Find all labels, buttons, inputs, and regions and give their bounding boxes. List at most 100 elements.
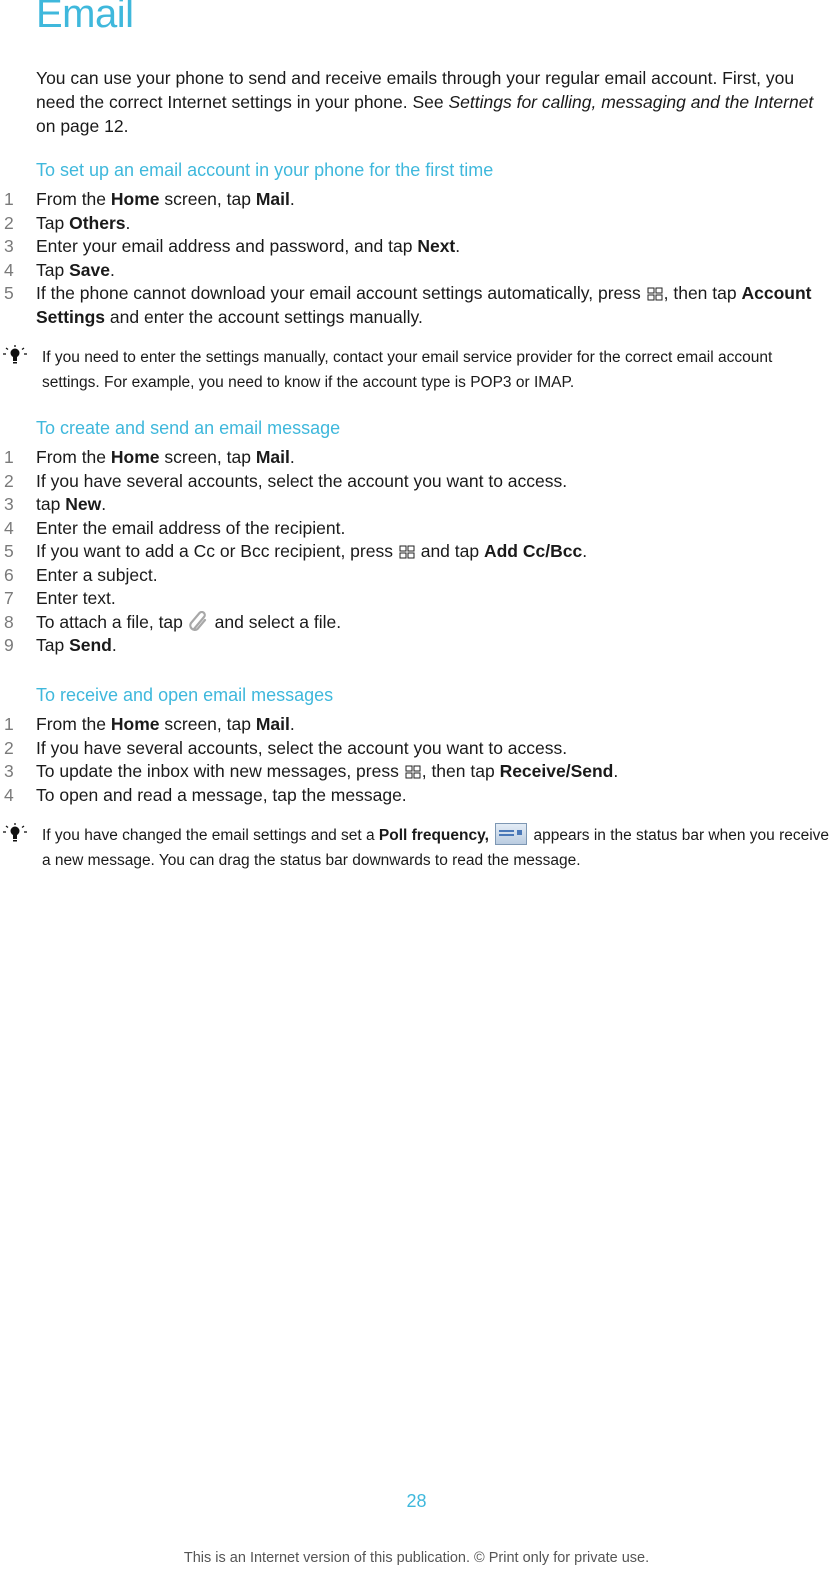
- step-item: 1 From the Home screen, tap Mail.: [0, 446, 820, 470]
- ui-element-label: Add Cc/Bcc: [483, 541, 583, 561]
- step-number: 2: [4, 212, 14, 233]
- ui-element-label: Home: [110, 447, 160, 467]
- text-run: .: [582, 541, 588, 561]
- step-number: 2: [4, 737, 14, 758]
- text-run: , then tap: [663, 283, 742, 303]
- step-number: 3: [4, 494, 14, 514]
- text-run: .: [109, 259, 115, 280]
- steps-create: 1 From the Home screen, tap Mail. 2 If you …: [0, 446, 820, 658]
- menu-icon: [405, 765, 421, 779]
- text-run: .: [125, 212, 131, 233]
- paperclip-icon: [189, 610, 206, 631]
- step-number: 5: [4, 541, 14, 561]
- text-run: screen, tap: [159, 447, 256, 467]
- text-run: .: [111, 635, 117, 655]
- text-run: From the: [36, 714, 111, 734]
- step-number: 4: [4, 784, 14, 805]
- step-number: 1: [4, 189, 14, 209]
- step-item: 2 If you have several accounts, select th…: [0, 737, 820, 761]
- intro-paragraph: You can use your phone to send and recei…: [36, 66, 826, 138]
- steps-setup: 1 From the Home screen, tap Mail. 2 Tap Oth…: [0, 188, 820, 329]
- step-item: 3 tap New.: [0, 493, 820, 517]
- ui-element-label: Next: [417, 236, 456, 256]
- text-run: If you need to enter the settings manual…: [42, 349, 773, 391]
- section-heading-create: To create and send an email message: [36, 418, 341, 438]
- text-run: .: [101, 494, 107, 514]
- text-run: and enter the account settings manually.: [105, 306, 423, 327]
- menu-icon: [647, 287, 663, 301]
- text-run: Enter text.: [36, 588, 116, 608]
- step-number: 7: [4, 588, 14, 608]
- text-run: .: [613, 761, 619, 781]
- section-heading-setup: To set up an email account in your phone…: [36, 160, 494, 180]
- step-number: 8: [4, 611, 14, 632]
- text-run: To attach a file, tap: [36, 611, 188, 632]
- ui-element-label: Mail: [255, 189, 290, 209]
- ui-element-label: Mail: [255, 447, 290, 467]
- text-run: If you have several accounts, select the…: [36, 470, 568, 491]
- text-run: .: [289, 714, 295, 734]
- step-item: 3 Enter your email address and password, …: [0, 235, 820, 259]
- step-number: 4: [4, 259, 14, 280]
- step-number: 3: [4, 761, 14, 781]
- text-run: screen, tap: [159, 714, 256, 734]
- text-run: From the: [36, 447, 111, 467]
- section-heading-receive: To receive and open email messages: [36, 685, 334, 705]
- text-run: screen, tap: [159, 189, 256, 209]
- step-item: 3 To update the inbox with new messages, …: [0, 760, 820, 784]
- ui-element-label: Home: [110, 189, 160, 209]
- page-title: Email: [36, 0, 134, 36]
- text-run: To update the inbox with new messages, p…: [36, 761, 404, 781]
- ui-element-label: Mail: [255, 714, 290, 734]
- text-run: [489, 827, 493, 844]
- lightbulb-icon: [3, 345, 27, 364]
- intro-text-end: on page 12.: [36, 116, 129, 136]
- ui-element-label: New: [65, 494, 102, 514]
- tip-text: If you need to enter the settings manual…: [42, 345, 832, 395]
- step-number: 4: [4, 517, 14, 538]
- text-run: , then tap: [421, 761, 500, 781]
- step-item: 5 If the phone cannot download your email…: [0, 282, 820, 329]
- step-item: 6 Enter a subject.: [0, 564, 820, 588]
- step-number: 2: [4, 470, 14, 491]
- ui-element-label: Receive/Send: [499, 761, 614, 781]
- tip-text: If you have changed the email settings a…: [42, 823, 832, 873]
- step-item: 2 Tap Others.: [0, 212, 820, 236]
- step-number: 9: [4, 635, 14, 655]
- ui-element-label: Send: [69, 635, 112, 655]
- text-run: and tap: [415, 541, 484, 561]
- text-run: Enter a subject.: [36, 564, 158, 585]
- step-item: 5 If you want to add a Cc or Bcc recipien…: [0, 540, 820, 564]
- text-run: Tap: [36, 259, 70, 280]
- text-run: If the phone cannot download your email …: [36, 283, 646, 303]
- ui-element-label: Poll frequency,: [378, 827, 489, 844]
- text-run: Tap: [36, 212, 70, 233]
- text-run: If you have changed the email settings a…: [42, 827, 379, 844]
- text-run: .: [289, 189, 295, 209]
- cross-reference-link[interactable]: Settings for calling, messaging and the …: [448, 92, 813, 112]
- step-number: 5: [4, 283, 14, 303]
- text-run: Enter your email address and password, a…: [36, 236, 418, 256]
- text-run: .: [455, 236, 461, 256]
- text-run: Enter the email address of the recipient…: [36, 517, 346, 538]
- step-item: 8 To attach a file, tap and select a file…: [0, 610, 820, 635]
- ui-element-label: Home: [110, 714, 160, 734]
- footer-notice: This is an Internet version of this publ…: [183, 1550, 650, 1566]
- step-item: 4 To open and read a message, tap the mes…: [0, 784, 820, 808]
- step-item: 4 Tap Save.: [0, 259, 820, 283]
- page-number: 28: [406, 1491, 427, 1511]
- step-item: 1 From the Home screen, tap Mail.: [0, 713, 820, 737]
- text-run: To open and read a message, tap the mess…: [36, 784, 407, 805]
- step-item: 4 Enter the email address of the recipien…: [0, 517, 820, 541]
- text-run: and select a file.: [209, 611, 342, 632]
- step-number: 6: [4, 564, 14, 585]
- ui-element-label: Save: [69, 259, 110, 280]
- text-run: .: [289, 447, 295, 467]
- text-run: Tap: [36, 635, 70, 655]
- text-run: From the: [36, 189, 111, 209]
- step-number: 1: [4, 714, 14, 734]
- step-item: 1 From the Home screen, tap Mail.: [0, 188, 820, 212]
- text-run: If you want to add a Cc or Bcc recipient…: [36, 541, 398, 561]
- step-item: 7 Enter text.: [0, 587, 820, 611]
- step-item: 9 Tap Send.: [0, 634, 820, 658]
